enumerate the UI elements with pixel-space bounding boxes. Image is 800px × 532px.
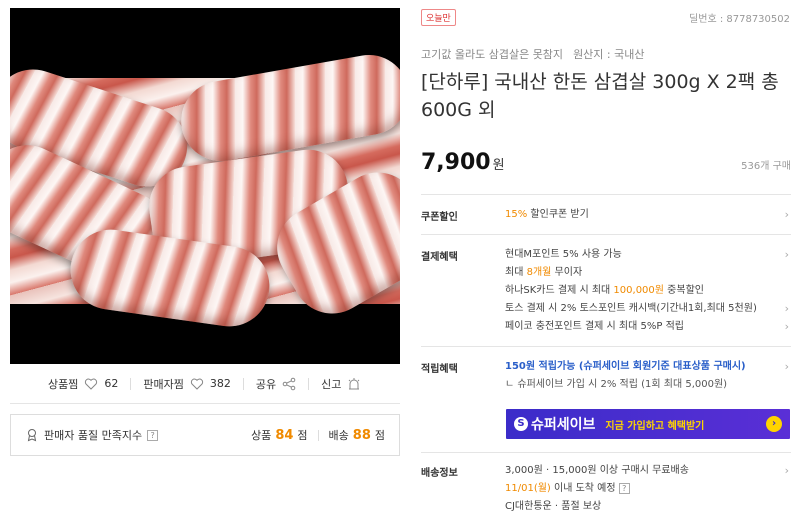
origin: 원산지 : 국내산 — [573, 48, 645, 61]
payment-line: 페이코 충전포인트 결제 시 최대 5%P 적립 — [505, 321, 684, 332]
coupon-label: 쿠폰할인 — [421, 212, 458, 223]
coupon-rate: 15% — [505, 209, 528, 220]
chevron-right-icon[interactable]: › — [785, 320, 789, 333]
chevron-right-icon[interactable]: › — [785, 360, 789, 373]
sold-count: 536개 구매 — [741, 161, 791, 172]
payment-label: 결제혜택 — [421, 252, 458, 263]
wishlist-seller-label: 판매자찜 — [143, 377, 184, 391]
arrow-right-icon[interactable]: › — [766, 416, 782, 432]
help-icon[interactable]: ? — [147, 429, 159, 441]
payment-line: 현대M포인트 5% 사용 가능 — [505, 249, 622, 260]
product-score-unit: 점 — [297, 429, 308, 442]
divider — [421, 234, 791, 235]
payment-line: 하나SK카드 결제 시 최대 100,000원 중복할인 — [505, 285, 704, 296]
divider — [421, 452, 791, 453]
tagline: 고기값 올라도 삼겹살은 못참지 — [421, 48, 564, 61]
delivery-date: 11/01(월) — [505, 483, 551, 494]
delivery-info: 배송정보 3,000원 · 15,000원 이상 구매시 무료배송 11/01(… — [421, 464, 791, 524]
coupon-row[interactable]: 쿠폰할인 15% 할인쿠폰 받기 › — [421, 208, 791, 228]
bacon-slice — [174, 48, 400, 168]
bacon-photo — [10, 48, 400, 332]
delivery-fee: 3,000원 · 15,000원 이상 구매시 무료배송 — [505, 465, 689, 476]
delivery-carrier: CJ대한통운 · 품절 보상 — [505, 501, 602, 512]
price-row: 7,900 원 536개 구매 — [421, 150, 791, 175]
report-label: 신고 — [321, 377, 342, 391]
product-score: 84 — [275, 427, 294, 443]
wishlist-seller-count: 382 — [209, 377, 231, 390]
alarm-icon — [349, 377, 360, 389]
product-score-label: 상품 — [251, 429, 272, 442]
chevron-right-icon[interactable]: › — [785, 302, 789, 315]
rating-label: 판매자 품질 만족지수 — [44, 429, 143, 442]
product-title: [단하루] 국내산 한돈 삼겹살 300g X 2팩 총 600G 외 — [421, 71, 779, 121]
delivery-date-line: 11/01(월) 이내 도착 예정 ? — [505, 482, 781, 500]
subline: 고기값 올라도 삼겹살은 못참지 원산지 : 국내산 — [421, 46, 644, 62]
coupon-text[interactable]: 할인쿠폰 받기 — [530, 209, 588, 220]
wishlist-product-button[interactable]: 상품찜 62 — [48, 364, 118, 404]
deal-number: 딜번호 : 8778730502 — [689, 14, 790, 25]
heart-icon — [85, 378, 98, 390]
supersave-cta: 지금 가입하고 혜택받기 — [605, 420, 705, 432]
chevron-right-icon[interactable]: › — [785, 248, 789, 261]
supersave-banner[interactable]: S 슈퍼세이브 지금 가입하고 혜택받기 › — [506, 409, 790, 439]
points-label: 적립혜택 — [421, 364, 458, 375]
payment-line: 최대 8개월 무이자 — [505, 267, 583, 278]
share-label: 공유 — [255, 377, 277, 391]
divider — [421, 346, 791, 347]
delivery-score-unit: 점 — [374, 429, 385, 442]
payment-benefits: 결제혜택 현대M포인트 5% 사용 가능 최대 8개월 무이자 하나SK카드 결… — [421, 248, 791, 340]
delivery-label: 배송정보 — [421, 468, 458, 479]
delivery-score: 88 — [352, 427, 371, 443]
wishlist-seller-button[interactable]: 판매자찜 382 — [143, 364, 230, 404]
wishlist-product-count: 62 — [104, 377, 119, 390]
points-benefits: 적립혜택 150원 적립가능 (슈퍼세이브 회원기준 대표상품 구매시) ㄴ 슈… — [421, 360, 791, 400]
chevron-right-icon[interactable]: › — [785, 208, 789, 221]
report-button[interactable]: 신고 — [321, 364, 361, 404]
product-actions: 상품찜 62 판매자찜 382 공유 신고 — [10, 364, 400, 404]
today-only-badge: 오늘만 — [421, 9, 456, 26]
heart-icon — [190, 378, 203, 390]
award-icon — [27, 429, 37, 442]
chevron-right-icon[interactable]: › — [785, 464, 789, 477]
price-unit: 원 — [492, 158, 505, 173]
points-subline: ㄴ 슈퍼세이브 가입 시 2% 적립 (1회 최대 5,000원) — [505, 379, 728, 390]
share-button[interactable]: 공유 — [256, 364, 296, 404]
divider — [421, 194, 791, 195]
supersave-logo: S 슈퍼세이브 — [514, 414, 595, 434]
price: 7,900 — [421, 150, 491, 175]
payment-line: 토스 결제 시 2% 토스포인트 캐시백(기간내1회,최대 5천원) — [505, 303, 757, 314]
wishlist-product-label: 상품찜 — [48, 377, 79, 391]
seller-rating: 판매자 품질 만족지수 ? 상품 84 점 배송 88 점 — [10, 414, 400, 456]
help-icon[interactable]: ? — [618, 483, 630, 494]
points-line: 150원 적립가능 (슈퍼세이브 회원기준 대표상품 구매시) — [505, 361, 746, 372]
share-icon — [282, 377, 296, 390]
delivery-score-label: 배송 — [328, 429, 349, 442]
product-image[interactable] — [10, 8, 400, 364]
